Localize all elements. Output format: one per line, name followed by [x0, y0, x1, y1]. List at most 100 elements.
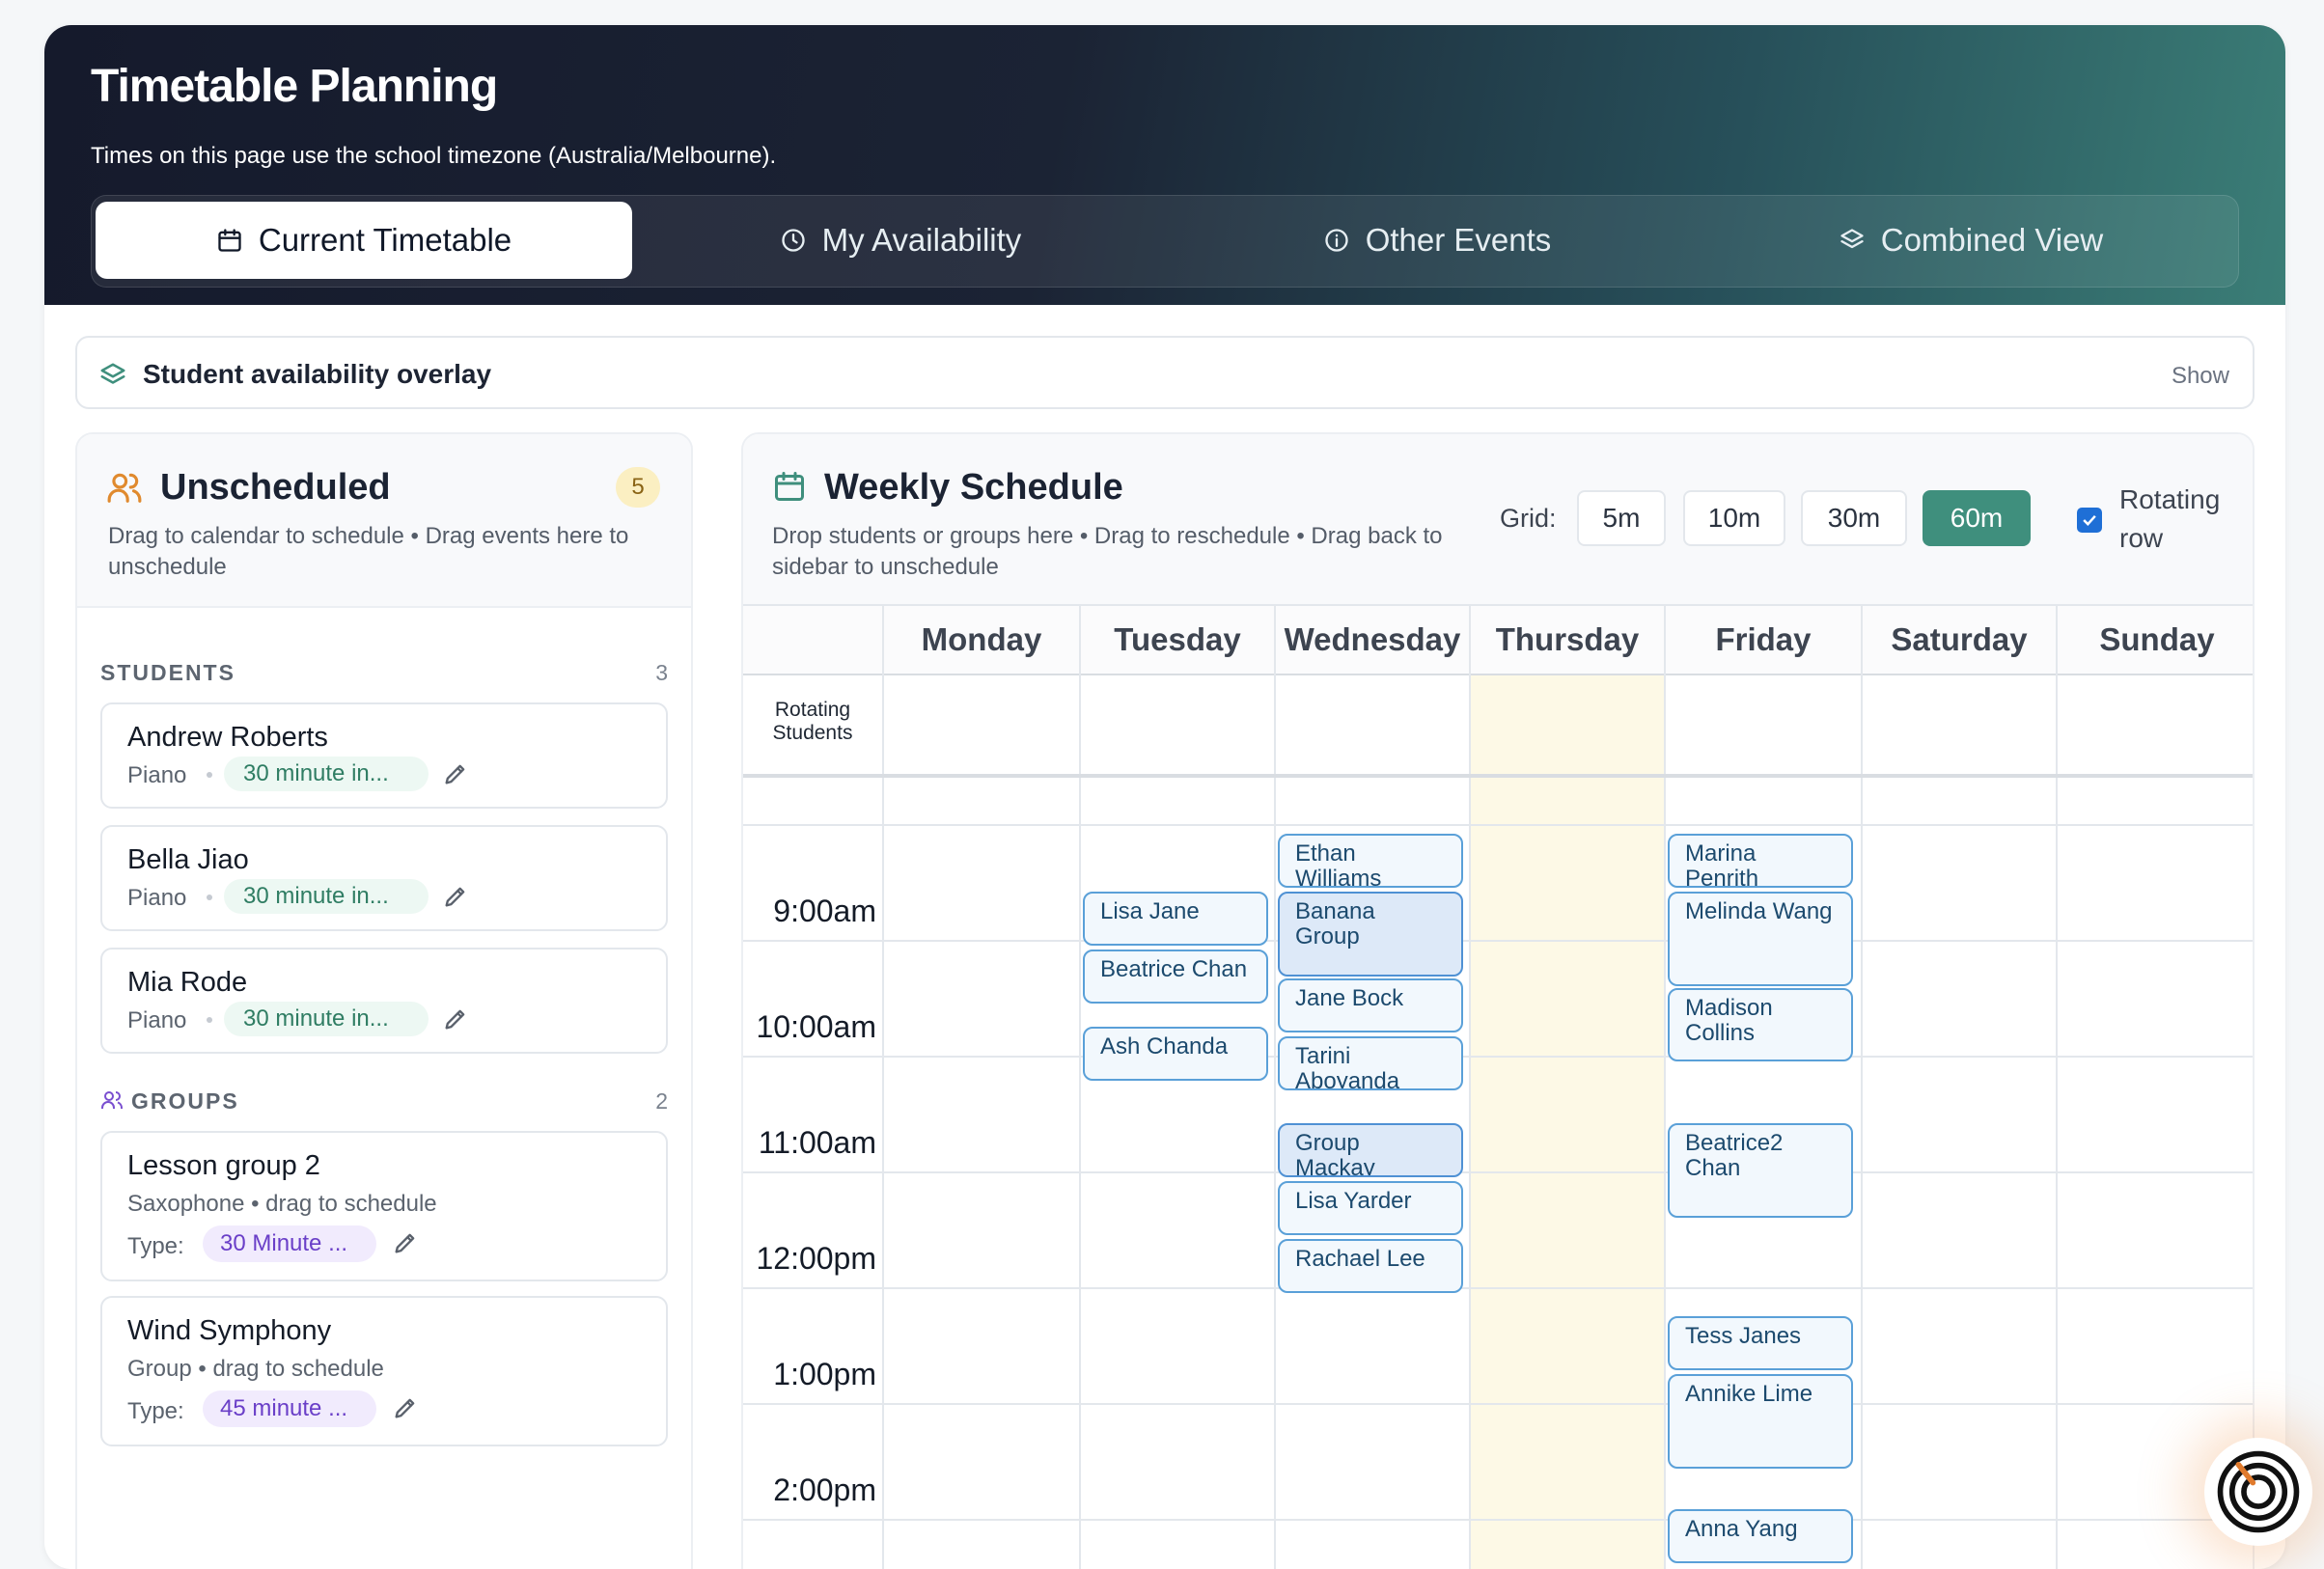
- student-card[interactable]: Bella Jiao Piano 30 minute in...: [100, 825, 668, 931]
- grid-60m-button[interactable]: 60m: [1923, 490, 2031, 546]
- layers-icon: [1840, 229, 1864, 249]
- student-card[interactable]: Andrew Roberts Piano 30 minute in...: [100, 702, 668, 809]
- tab-other-events[interactable]: Other Events: [1169, 202, 1705, 279]
- student-name: Mia Rode: [127, 967, 248, 998]
- time-label: 1:00pm: [773, 1357, 876, 1391]
- pencil-icon[interactable]: [392, 1229, 419, 1261]
- grid-10m-button[interactable]: 10m: [1683, 490, 1785, 546]
- schedule-description: Drop students or groups here • Drag to r…: [772, 523, 1443, 580]
- group-meta: Group • drag to schedule: [127, 1356, 384, 1382]
- time-label: 2:00pm: [773, 1473, 876, 1507]
- calendar-icon: [218, 229, 241, 252]
- grid-line: [882, 606, 884, 1569]
- grid-line: [743, 1519, 2253, 1521]
- group-type-label: Type:: [127, 1233, 184, 1259]
- availability-overlay-toggle[interactable]: Student availability overlay Show: [75, 336, 2255, 409]
- separator-dot: [207, 895, 212, 900]
- overlay-show-button[interactable]: Show: [2172, 363, 2229, 390]
- grid-line: [1469, 606, 1471, 1569]
- group-meta: Saxophone • drag to schedule: [127, 1191, 437, 1217]
- event-card[interactable]: Rachael Lee: [1278, 1239, 1463, 1293]
- grid-line: [743, 1171, 2253, 1173]
- grid-line: [743, 940, 2253, 942]
- grid-line: [2056, 606, 2058, 1569]
- event-card[interactable]: Jane Bock: [1278, 978, 1463, 1032]
- users-icon: [100, 1088, 129, 1117]
- grid-line: [743, 824, 2253, 826]
- grid-line: [743, 774, 2253, 778]
- group-type-pill[interactable]: 30 Minute ...: [203, 1225, 376, 1262]
- lesson-type-pill[interactable]: 30 minute in...: [224, 879, 429, 914]
- pencil-icon[interactable]: [392, 1394, 419, 1426]
- day-header-monday: Monday: [884, 606, 1081, 675]
- time-label: 12:00pm: [756, 1241, 876, 1276]
- grid-line: [743, 1287, 2253, 1289]
- tab-my-availability[interactable]: My Availability: [632, 202, 1169, 279]
- event-card[interactable]: Annike Lime: [1668, 1374, 1853, 1469]
- separator-dot: [207, 772, 212, 778]
- grid-label: Grid:: [1500, 504, 1557, 533]
- grid-line: [743, 1056, 2253, 1058]
- grid-5m-button[interactable]: 5m: [1577, 490, 1666, 546]
- student-instrument: Piano: [127, 885, 187, 911]
- event-card[interactable]: Beatrice Chan: [1083, 950, 1268, 1004]
- event-card[interactable]: Madison Collins: [1668, 988, 1853, 1061]
- unscheduled-panel: Unscheduled 5 Drag to calendar to schedu…: [75, 432, 693, 1569]
- event-card[interactable]: Ash Chanda: [1083, 1027, 1268, 1081]
- tab-combined-view[interactable]: Combined View: [1705, 202, 2236, 279]
- lesson-type-pill[interactable]: 30 minute in...: [224, 1002, 429, 1036]
- lesson-type-pill[interactable]: 30 minute in...: [224, 757, 429, 791]
- event-card[interactable]: Anna Yang: [1668, 1509, 1853, 1563]
- event-card[interactable]: Beatrice2 Chan: [1668, 1123, 1853, 1218]
- event-card[interactable]: Marina Penrith: [1668, 834, 1853, 888]
- header-banner: Timetable Planning Times on this page us…: [44, 25, 2285, 305]
- grid-line: [1079, 606, 1081, 1569]
- event-card[interactable]: Melinda Wang: [1668, 892, 1853, 986]
- grid-line: [1274, 606, 1276, 1569]
- assistant-launcher-button[interactable]: [2204, 1438, 2312, 1546]
- group-card[interactable]: Lesson group 2 Saxophone • drag to sched…: [100, 1131, 668, 1281]
- grid-30m-button[interactable]: 30m: [1801, 490, 1907, 546]
- weekly-schedule-panel: Weekly Schedule Drop students or groups …: [741, 432, 2255, 1569]
- event-card[interactable]: Banana Group: [1278, 892, 1463, 977]
- group-type-label: Type:: [127, 1398, 184, 1424]
- tab-current-timetable[interactable]: Current Timetable: [96, 202, 632, 279]
- group-type-pill[interactable]: 45 minute ...: [203, 1390, 376, 1427]
- time-label: 9:00am: [773, 894, 876, 928]
- unscheduled-title: Unscheduled: [160, 467, 391, 508]
- schedule-title: Weekly Schedule: [824, 467, 1123, 508]
- unscheduled-count-badge: 5: [616, 467, 660, 508]
- groups-heading: GROUPS: [131, 1088, 239, 1114]
- event-card[interactable]: Lisa Jane: [1083, 892, 1268, 946]
- student-instrument: Piano: [127, 1007, 187, 1033]
- student-instrument: Piano: [127, 762, 187, 788]
- grid-line: [743, 1403, 2253, 1405]
- unscheduled-header: Unscheduled 5 Drag to calendar to schedu…: [77, 434, 691, 608]
- day-header-sunday: Sunday: [2058, 606, 2253, 675]
- layers-icon: [98, 361, 127, 390]
- event-card[interactable]: Ethan Williams: [1278, 834, 1463, 888]
- clock-icon: [782, 229, 805, 252]
- day-header-wednesday: Wednesday: [1276, 606, 1471, 675]
- target-icon: [2217, 1450, 2300, 1533]
- pencil-icon[interactable]: [442, 760, 469, 792]
- group-card[interactable]: Wind Symphony Group • drag to schedule T…: [100, 1296, 668, 1446]
- unscheduled-description: Drag to calendar to schedule • Drag even…: [108, 523, 629, 580]
- time-column-header: [743, 606, 884, 675]
- pencil-icon[interactable]: [442, 883, 469, 915]
- student-name: Bella Jiao: [127, 844, 249, 875]
- rotating-row-label: Rotating row: [2119, 484, 2221, 553]
- group-name: Lesson group 2: [127, 1150, 320, 1181]
- pencil-icon[interactable]: [442, 1005, 469, 1037]
- student-card[interactable]: Mia Rode Piano 30 minute in...: [100, 948, 668, 1054]
- separator-dot: [207, 1017, 212, 1023]
- event-card[interactable]: Group Mackay: [1278, 1123, 1463, 1177]
- rotating-row-checkbox[interactable]: [2077, 508, 2102, 533]
- students-heading: STUDENTS: [100, 660, 235, 685]
- event-card[interactable]: Tess Janes: [1668, 1316, 1853, 1370]
- event-card[interactable]: Tarini Aboyanda: [1278, 1036, 1463, 1090]
- overlay-title: Student availability overlay: [143, 359, 492, 389]
- event-card[interactable]: Lisa Yarder: [1278, 1181, 1463, 1235]
- groups-count: 2: [655, 1088, 668, 1114]
- time-label: 11:00am: [758, 1125, 876, 1160]
